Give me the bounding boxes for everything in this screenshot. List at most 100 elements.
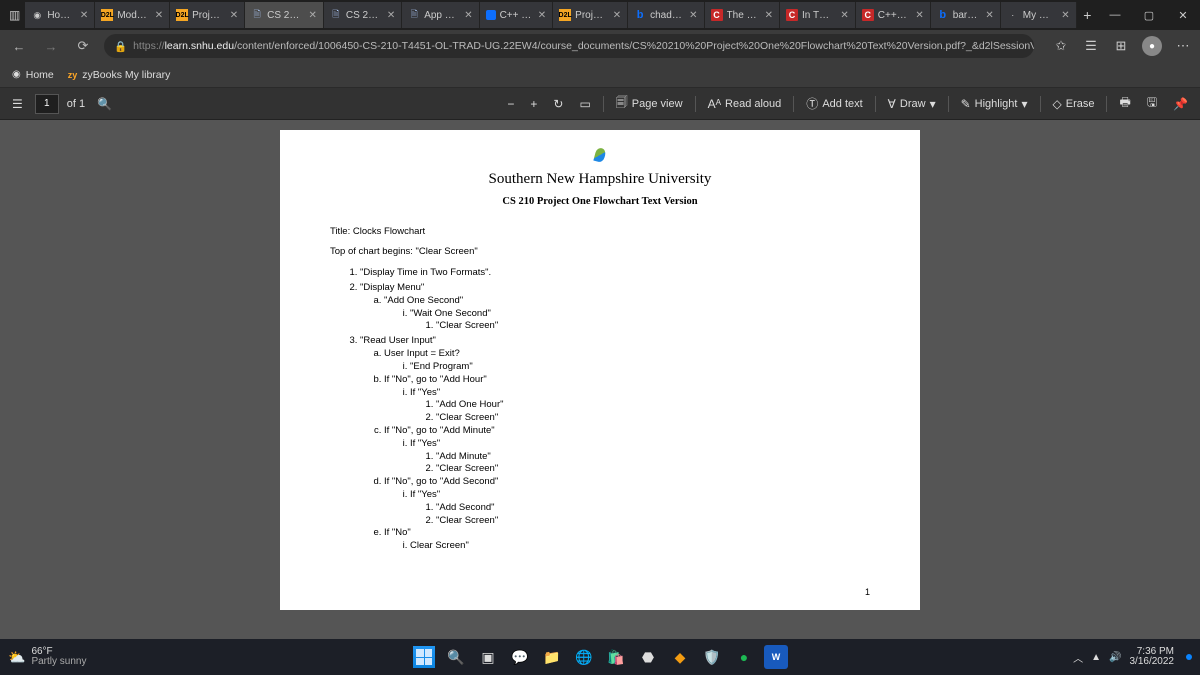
- close-tab-icon[interactable]: ✕: [915, 10, 923, 21]
- edge-icon[interactable]: 🌐: [572, 645, 596, 669]
- close-tab-icon[interactable]: ✕: [155, 10, 163, 21]
- favicon-doc: 🗎: [251, 9, 263, 21]
- close-tab-icon[interactable]: ✕: [689, 10, 697, 21]
- outline-list: "Display Time in Two Formats". "Display …: [330, 267, 870, 553]
- browser-tab[interactable]: bbartleby✕: [931, 2, 1001, 28]
- pdf-viewport[interactable]: Southern New Hampshire University CS 210…: [0, 120, 1200, 639]
- close-tab-icon[interactable]: ✕: [985, 10, 993, 21]
- erase-button[interactable]: ◇Erase: [1049, 95, 1099, 113]
- add-text-button[interactable]: ⓉAdd text: [802, 93, 866, 114]
- browser-tab[interactable]: ◉Home✕: [25, 2, 95, 28]
- app-menu-icon[interactable]: ▥: [4, 3, 25, 27]
- browser-tab[interactable]: D2LProject O✕: [170, 2, 245, 28]
- draw-button[interactable]: ∀Draw▾: [884, 95, 940, 113]
- app-icon[interactable]: 🛡️: [700, 645, 724, 669]
- read-aloud-button[interactable]: AᴬRead aloud: [704, 95, 786, 113]
- minimize-button[interactable]: —: [1098, 0, 1132, 30]
- store-icon[interactable]: 🛍️: [604, 645, 628, 669]
- rotate-button[interactable]: ↻: [549, 95, 567, 113]
- browser-tab[interactable]: C C++ Plea ✕: [856, 2, 931, 28]
- close-tab-icon[interactable]: ✕: [840, 10, 848, 21]
- save-button[interactable]: 🖫: [1143, 91, 1161, 116]
- maximize-button[interactable]: ▢: [1132, 0, 1166, 30]
- browser-tab[interactable]: C++ | Apr✕: [480, 2, 554, 28]
- pin-toolbar-button[interactable]: 📌: [1169, 95, 1192, 113]
- list-item: If "No", go to "Add Second" If "Yes" "Ad…: [384, 476, 870, 527]
- list-item: If "Yes" "Add Second" "Clear Screen": [410, 489, 870, 527]
- print-button[interactable]: 🖶: [1115, 91, 1134, 116]
- close-tab-icon[interactable]: ✕: [309, 10, 317, 21]
- list-item: "Wait One Second" "Clear Screen": [410, 308, 870, 334]
- favorites-icon[interactable]: ☰: [1082, 37, 1100, 55]
- list-item: "Add One Second" "Wait One Second" "Clea…: [384, 295, 870, 333]
- lock-icon: 🔒: [114, 40, 127, 53]
- close-tab-icon[interactable]: ✕: [1061, 10, 1069, 21]
- close-tab-icon[interactable]: ✕: [613, 10, 621, 21]
- word-icon[interactable]: W: [764, 645, 788, 669]
- browser-tab[interactable]: CIn This Pr✕: [780, 2, 856, 28]
- tab-label: The Lang: [727, 10, 759, 21]
- tab-label: chada tec: [650, 10, 683, 21]
- browser-tab[interactable]: CThe Lang✕: [705, 2, 780, 28]
- refresh-button[interactable]: ⟳: [72, 35, 94, 57]
- highlight-button[interactable]: ✎Highlight▾: [957, 95, 1032, 113]
- favicon-doc: 🗎: [408, 9, 420, 21]
- university-name: Southern New Hampshire University: [330, 169, 870, 189]
- browser-tab[interactable]: D2LProject O✕: [553, 2, 628, 28]
- pdf-page: Southern New Hampshire University CS 210…: [280, 130, 920, 610]
- url-input[interactable]: 🔒 https://learn.snhu.edu/content/enforce…: [104, 34, 1034, 58]
- close-window-button[interactable]: ✕: [1166, 0, 1200, 30]
- search-icon[interactable]: 🔍: [444, 645, 468, 669]
- close-tab-icon[interactable]: ✕: [538, 10, 546, 21]
- profile-avatar[interactable]: ●: [1142, 36, 1162, 56]
- notifications-icon[interactable]: [1186, 654, 1192, 660]
- zoom-in-button[interactable]: +: [526, 95, 541, 113]
- start-button[interactable]: [412, 645, 436, 669]
- app-icon[interactable]: ⬣: [636, 645, 660, 669]
- wifi-icon[interactable]: ▲: [1091, 652, 1101, 663]
- title-line: Title: Clocks Flowchart: [330, 226, 870, 239]
- browser-tab[interactable]: D2LModule T✕: [95, 2, 170, 28]
- collections-icon[interactable]: ⊞: [1112, 37, 1130, 55]
- find-icon[interactable]: 🔍: [93, 95, 116, 113]
- browser-tab[interactable]: ·My Quest✕: [1001, 2, 1077, 28]
- list-item: "Clear Screen": [436, 412, 870, 425]
- page-number-input[interactable]: [35, 94, 59, 114]
- favorite-star-icon[interactable]: ✩: [1052, 37, 1070, 55]
- close-tab-icon[interactable]: ✕: [387, 10, 395, 21]
- more-menu-icon[interactable]: ⋯: [1174, 37, 1192, 55]
- favicon-bartleby: b: [634, 9, 646, 21]
- forward-button[interactable]: →: [40, 35, 62, 57]
- weather-widget[interactable]: ⛅ 66°F Partly sunny: [8, 647, 86, 668]
- separator: [1040, 96, 1041, 112]
- explorer-icon[interactable]: 📁: [540, 645, 564, 669]
- page-view-button[interactable]: 🗐Page view: [612, 91, 687, 116]
- fit-page-button[interactable]: ▭: [575, 95, 594, 113]
- back-button[interactable]: ←: [8, 35, 30, 57]
- favicon-c: C: [862, 9, 874, 21]
- app-icon[interactable]: ◆: [668, 645, 692, 669]
- zoom-out-button[interactable]: −: [503, 95, 518, 113]
- close-tab-icon[interactable]: ✕: [464, 10, 472, 21]
- contents-icon[interactable]: ☰: [8, 95, 27, 113]
- bookmark-zybooks[interactable]: zy zyBooks My library: [68, 69, 171, 81]
- browser-tab[interactable]: 🗎CS 210 Cl✕: [324, 2, 402, 28]
- clock[interactable]: 7:36 PM 3/16/2022: [1130, 647, 1175, 668]
- tab-label: C++ Plea: [878, 10, 910, 21]
- spotify-icon[interactable]: ●: [732, 645, 756, 669]
- close-tab-icon[interactable]: ✕: [230, 10, 238, 21]
- taskbar: ⛅ 66°F Partly sunny 🔍 ▣ 💬 📁 🌐 🛍️ ⬣ ◆ 🛡️ …: [0, 639, 1200, 675]
- volume-icon[interactable]: 🔊: [1109, 652, 1121, 663]
- browser-tab[interactable]: b chada tec ✕: [628, 2, 704, 28]
- chat-icon[interactable]: 💬: [508, 645, 532, 669]
- close-tab-icon[interactable]: ✕: [765, 10, 773, 21]
- bookmark-home[interactable]: ◉ Home: [12, 69, 54, 81]
- new-tab-button[interactable]: +: [1077, 7, 1098, 23]
- task-view-icon[interactable]: ▣: [476, 645, 500, 669]
- chevron-up-icon[interactable]: ︿: [1073, 650, 1083, 665]
- browser-tab[interactable]: 🗎CS 210 Pr✕: [245, 2, 324, 28]
- tab-label: App Store: [424, 10, 458, 21]
- zybooks-icon: zy: [68, 70, 78, 80]
- browser-tab[interactable]: 🗎 App Store ✕: [402, 2, 479, 28]
- close-tab-icon[interactable]: ✕: [80, 10, 88, 21]
